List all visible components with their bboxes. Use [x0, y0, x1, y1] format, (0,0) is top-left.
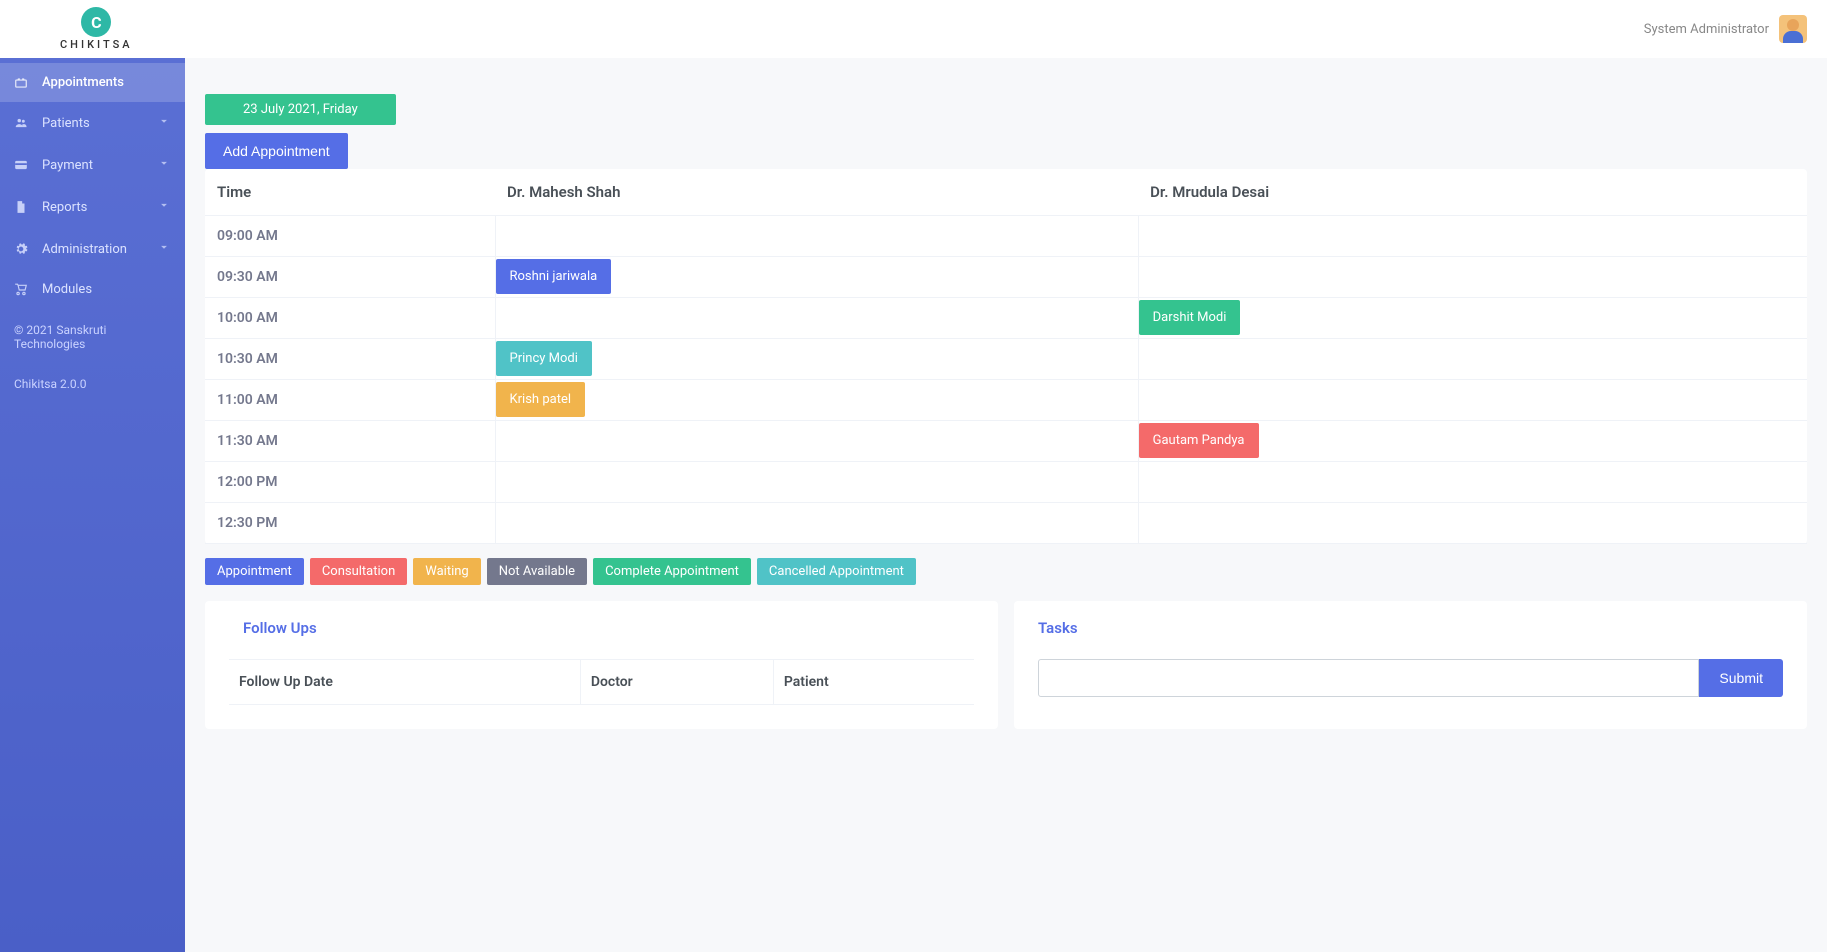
time-cell: 12:00 PM [205, 462, 495, 503]
time-cell: 11:30 AM [205, 421, 495, 462]
sidebar-item-label: Appointments [42, 75, 124, 90]
sidebar-item-patients[interactable]: Patients [0, 102, 185, 144]
date-badge[interactable]: 23 July 2021, Friday [205, 94, 396, 125]
appointment-chip[interactable]: Princy Modi [496, 341, 592, 376]
main-content: 23 July 2021, Friday Add Appointment Tim… [185, 58, 1827, 952]
schedule-cell[interactable] [1138, 257, 1807, 298]
schedule-col-doc1: Dr. Mahesh Shah [495, 169, 1138, 216]
schedule-row: 10:00 AM Darshit Modi [205, 298, 1807, 339]
chevron-down-icon [157, 156, 171, 174]
tasks-panel: Tasks Submit [1014, 601, 1807, 729]
logo-icon: C [81, 7, 111, 37]
legend-item: Complete Appointment [593, 558, 751, 585]
schedule-row: 10:30 AMPrincy Modi [205, 339, 1807, 380]
sidebar-footer: © 2021 Sanskruti Technologies Chikitsa 2… [0, 309, 185, 431]
chevron-down-icon [157, 240, 171, 258]
add-appointment-button[interactable]: Add Appointment [205, 133, 348, 169]
time-cell: 11:00 AM [205, 380, 495, 421]
task-submit-button[interactable]: Submit [1699, 659, 1783, 697]
schedule-cell[interactable] [1138, 380, 1807, 421]
appointment-chip[interactable]: Gautam Pandya [1139, 423, 1259, 458]
chevron-down-icon [157, 114, 171, 132]
brand-name: CHIKITSA [60, 38, 133, 51]
followup-col: Patient [773, 660, 974, 705]
schedule-col-doc2: Dr. Mrudula Desai [1138, 169, 1807, 216]
followup-col: Follow Up Date [229, 660, 580, 705]
logo-letter: C [91, 13, 101, 32]
version-text: Chikitsa 2.0.0 [14, 377, 171, 391]
sidebar-item-appointments[interactable]: Appointments [0, 63, 185, 102]
schedule-cell[interactable]: Gautam Pandya [1138, 421, 1807, 462]
task-input[interactable] [1038, 659, 1699, 697]
schedule-scroll[interactable]: TimeDr. Mahesh ShahDr. Mrudula Desai 09:… [205, 169, 1807, 544]
schedule-row: 12:30 PM [205, 503, 1807, 544]
sidebar-item-label: Patients [42, 116, 90, 131]
sidebar-item-label: Administration [42, 242, 127, 257]
schedule-cell[interactable]: Krish patel [495, 380, 1138, 421]
legend-item: Waiting [413, 558, 480, 585]
schedule-cell[interactable] [1138, 503, 1807, 544]
schedule-cell[interactable]: Princy Modi [495, 339, 1138, 380]
sidebar-item-reports[interactable]: Reports [0, 186, 185, 228]
sidebar-item-payment[interactable]: Payment [0, 144, 185, 186]
cart-icon [14, 283, 32, 297]
appointment-chip[interactable]: Krish patel [496, 382, 586, 417]
schedule-cell[interactable]: Darshit Modi [1138, 298, 1807, 339]
schedule-cell[interactable] [1138, 339, 1807, 380]
followups-table: Follow Up DateDoctorPatient [229, 659, 974, 705]
sidebar-item-label: Reports [42, 200, 87, 215]
brand-logo[interactable]: C CHIKITSA [20, 7, 133, 51]
top-header: C CHIKITSA System Administrator [0, 0, 1827, 58]
legend-item: Not Available [487, 558, 587, 585]
chevron-down-icon [157, 198, 171, 216]
card-icon [14, 158, 32, 172]
legend-item: Cancelled Appointment [757, 558, 916, 585]
legend: AppointmentConsultationWaiting Not Availa… [205, 558, 1807, 585]
gear-icon [14, 242, 32, 256]
schedule-cell[interactable] [495, 216, 1138, 257]
followup-col: Doctor [580, 660, 773, 705]
file-icon [14, 200, 32, 214]
sidebar-item-label: Payment [42, 158, 93, 173]
user-label: System Administrator [1644, 22, 1769, 37]
schedule-cell[interactable] [495, 421, 1138, 462]
users-icon [14, 116, 32, 130]
appointment-chip[interactable]: Darshit Modi [1139, 300, 1241, 335]
schedule-row: 12:00 PM [205, 462, 1807, 503]
sidebar-item-administration[interactable]: Administration [0, 228, 185, 270]
sidebar-item-modules[interactable]: Modules [0, 270, 185, 309]
legend-item: Appointment [205, 558, 304, 585]
appointment-chip[interactable]: Roshni jariwala [496, 259, 612, 294]
user-menu[interactable]: System Administrator [1644, 15, 1807, 43]
followups-title: Follow Ups [229, 619, 974, 637]
schedule-cell[interactable] [1138, 216, 1807, 257]
time-cell: 09:00 AM [205, 216, 495, 257]
time-cell: 12:30 PM [205, 503, 495, 544]
schedule-cell[interactable] [495, 462, 1138, 503]
schedule-row: 09:00 AM [205, 216, 1807, 257]
schedule-cell[interactable]: Roshni jariwala [495, 257, 1138, 298]
tasks-title: Tasks [1038, 619, 1783, 637]
schedule-cell[interactable] [495, 503, 1138, 544]
legend-item: Consultation [310, 558, 407, 585]
time-cell: 10:00 AM [205, 298, 495, 339]
sidebar-item-label: Modules [42, 282, 92, 297]
schedule-cell[interactable] [495, 298, 1138, 339]
schedule-row: 11:00 AMKrish patel [205, 380, 1807, 421]
schedule-row: 09:30 AMRoshni jariwala [205, 257, 1807, 298]
schedule-cell[interactable] [1138, 462, 1807, 503]
schedule-table: TimeDr. Mahesh ShahDr. Mrudula Desai 09:… [205, 169, 1807, 544]
followups-panel: Follow Ups Follow Up DateDoctorPatient [205, 601, 998, 729]
schedule-row: 11:30 AM Gautam Pandya [205, 421, 1807, 462]
copyright-text: © 2021 Sanskruti Technologies [14, 323, 171, 351]
time-cell: 09:30 AM [205, 257, 495, 298]
briefcase-icon [14, 76, 32, 90]
sidebar: Appointments Patients Payment Reports Admini… [0, 58, 185, 952]
time-cell: 10:30 AM [205, 339, 495, 380]
avatar-icon [1779, 15, 1807, 43]
schedule-col-time: Time [205, 169, 495, 216]
